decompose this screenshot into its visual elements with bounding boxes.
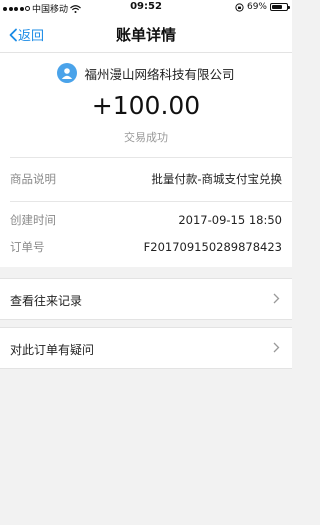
order-question-row[interactable]: 对此订单有疑问 (0, 327, 292, 369)
transaction-status: 交易成功 (124, 131, 168, 144)
transaction-details: 商品说明 批量付款-商城支付宝兑换 创建时间 2017-09-15 18:50 … (0, 157, 292, 267)
detail-row-description: 商品说明 批量付款-商城支付宝兑换 (10, 167, 282, 191)
orientation-lock-icon (235, 2, 244, 12)
payee: 福州漫山网络科技有限公司 (0, 63, 292, 83)
detail-row-order-number: 订单号 F201709150289878423 (10, 236, 282, 258)
view-history-row[interactable]: 查看往来记录 (0, 278, 292, 320)
transaction-amount: +100.00 (91, 91, 201, 120)
status-bar: 中国移动 09:52 69% (0, 0, 292, 16)
chevron-right-icon (273, 293, 280, 304)
status-right: 69% (235, 2, 290, 12)
battery-level (272, 5, 282, 9)
user-icon (62, 68, 73, 79)
detail-label: 订单号 (10, 240, 45, 254)
battery-icon (270, 3, 290, 11)
divider (10, 157, 292, 158)
page-title: 账单详情 (115, 26, 176, 44)
nav-bar: 返回 账单详情 (0, 16, 292, 53)
chevron-right-icon (273, 342, 280, 353)
detail-value: 批量付款-商城支付宝兑换 (151, 172, 282, 186)
detail-label: 商品说明 (10, 172, 56, 186)
payee-name: 福州漫山网络科技有限公司 (84, 66, 235, 82)
detail-value: F201709150289878423 (143, 240, 282, 254)
avatar (57, 63, 78, 83)
detail-row-created-time: 创建时间 2017-09-15 18:50 (10, 209, 282, 231)
divider (10, 201, 292, 202)
detail-label: 创建时间 (10, 213, 56, 227)
order-question-label: 对此订单有疑问 (10, 343, 95, 357)
view-history-label: 查看往来记录 (10, 294, 83, 308)
battery-percent: 69% (246, 2, 267, 12)
transaction-summary: 福州漫山网络科技有限公司 +100.00 交易成功 (0, 53, 292, 157)
detail-value: 2017-09-15 18:50 (178, 213, 282, 227)
